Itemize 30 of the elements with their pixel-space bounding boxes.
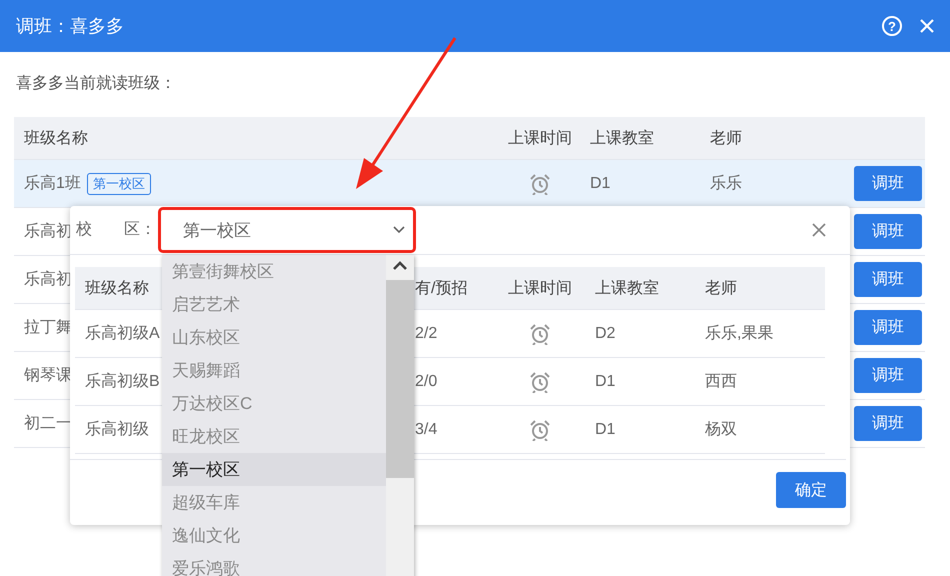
column-header: 老师	[704, 278, 738, 298]
column-header: 上课教室	[594, 278, 660, 298]
column-header: 上课教室	[589, 128, 655, 148]
teacher-cell-text: 乐乐,果果	[704, 324, 774, 344]
teacher-cell: 乐乐	[710, 175, 742, 192]
enrollment-cell-text: 3/4	[414, 420, 438, 438]
class-name: 乐高初级B	[85, 373, 160, 390]
column-header: 有/预招	[414, 278, 468, 298]
teacher-cell-text: 西西	[704, 372, 738, 392]
campus-label: 校 区：	[76, 220, 156, 240]
classroom-cell-text: D1	[594, 372, 616, 390]
column-header: 上课时间	[507, 278, 573, 298]
classroom-cell-text: D2	[594, 324, 616, 342]
campus-tag: 第一校区	[86, 172, 151, 194]
class-name: 乐高初级A	[85, 325, 160, 342]
class-name: 钢琴课	[24, 366, 72, 386]
column-header: 上课时间	[507, 128, 573, 148]
enrollment-cell-text: 2/2	[414, 324, 438, 342]
column-header: 班级名称	[84, 278, 150, 298]
current-class-label: 喜多多当前就读班级：	[15, 74, 177, 94]
class-name: 拉丁舞	[24, 318, 72, 338]
classroom-cell-text: D1	[594, 420, 616, 438]
class-name: 乐高1班	[24, 174, 81, 194]
column-header: 老师	[709, 128, 743, 148]
teacher-cell-text: 杨双	[704, 420, 738, 440]
column-header: 班级名称	[23, 128, 89, 148]
dialog-title: 调班：喜多多	[16, 15, 125, 38]
enrollment-cell-text: 2/0	[414, 372, 438, 390]
class-name: 乐高初级	[85, 421, 149, 438]
classroom-cell: D1	[590, 174, 610, 192]
